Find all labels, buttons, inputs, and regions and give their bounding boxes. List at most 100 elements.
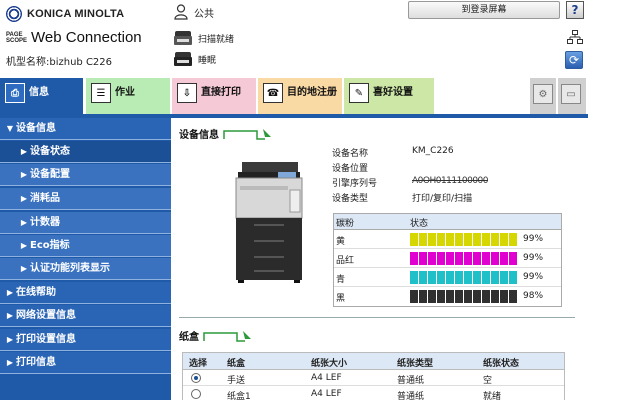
toner-level-segment	[491, 290, 499, 303]
toner-level-segment	[455, 233, 463, 246]
job-icon: ☰	[91, 83, 111, 103]
tray-select-radio[interactable]	[191, 373, 201, 383]
sidebar-item-device-info[interactable]: ▼ 设备信息	[0, 118, 171, 140]
toner-level-segment	[482, 290, 490, 303]
toner-level-segment	[410, 233, 418, 246]
toner-level-segment	[500, 252, 508, 265]
toner-level-segment	[428, 271, 436, 284]
toner-percent: 98%	[523, 291, 544, 301]
refresh-button[interactable]: ⟳	[565, 51, 583, 69]
toner-percent: 99%	[523, 253, 544, 263]
sidebar-item-consumables[interactable]: ▶ 消耗品	[0, 188, 171, 210]
toner-row: 黄 99%	[334, 230, 561, 249]
main-tabs: ⎙ 信息 ☰ 作业 ⇩ 直接打印 ☎ 目的地注册 ✎ 喜好设置 ⚙ ▭	[0, 78, 626, 114]
toner-level-segment	[482, 252, 490, 265]
toner-level-segment	[464, 252, 472, 265]
sidebar-item-eco-indicator[interactable]: ▶ Eco指标	[0, 235, 171, 257]
tray-select-radio[interactable]	[191, 389, 201, 399]
toner-level-segment	[428, 290, 436, 303]
toner-level-segment	[509, 271, 517, 284]
toner-color-name: 黑	[336, 294, 346, 304]
sidebar-item-device-config[interactable]: ▶ 设备配置	[0, 164, 171, 186]
toner-level-segment	[491, 233, 499, 246]
direct-print-icon: ⇩	[177, 83, 197, 103]
toner-level-bar	[410, 233, 517, 246]
section-arrow-icon	[223, 128, 273, 140]
toner-percent: 99%	[523, 234, 544, 244]
sidebar-item-device-status[interactable]: ▶ 设备状态	[0, 141, 171, 163]
toner-level-segment	[455, 252, 463, 265]
toner-level-segment	[410, 252, 418, 265]
toner-level-segment	[419, 290, 427, 303]
sidebar-item-auth-functions[interactable]: ▶ 认证功能列表显示	[0, 258, 171, 280]
toner-level-segment	[464, 290, 472, 303]
toner-level-segment	[500, 290, 508, 303]
toner-level-segment	[446, 252, 454, 265]
toner-level-segment	[464, 271, 472, 284]
tab-custom-display[interactable]: ▭	[558, 78, 586, 114]
tab-information[interactable]: ⎙ 信息	[0, 78, 83, 114]
login-screen-button[interactable]: 到登录屏幕	[408, 1, 560, 19]
toner-level-segment	[491, 252, 499, 265]
toner-color-name: 品红	[336, 256, 355, 266]
user-name: 公共	[194, 8, 214, 20]
app-header: PAGE SCOPE Web Connection	[6, 29, 142, 46]
toner-level-segment	[428, 252, 436, 265]
paper-tray-heading: 纸盒	[179, 328, 253, 343]
scan-status-text: 扫描就绪	[198, 34, 235, 45]
toner-level-segment	[500, 233, 508, 246]
toner-level-bar	[410, 252, 517, 265]
favorites-icon: ✎	[349, 83, 369, 103]
table-row: 纸盒1 A4 LEF 普通纸 就绪	[183, 386, 564, 400]
tab-destination-registration[interactable]: ☎ 目的地注册	[258, 78, 342, 114]
print-status: 睡眠	[174, 52, 216, 66]
maintenance-icon: ⚙	[533, 84, 553, 104]
toner-row: 黑 98%	[334, 287, 561, 306]
toner-level-segment	[410, 271, 418, 284]
toner-row: 青 99%	[334, 268, 561, 287]
printer-status-icon	[174, 52, 192, 66]
toner-level-segment	[473, 252, 481, 265]
toner-level-segment	[455, 290, 463, 303]
tab-favorite-settings[interactable]: ✎ 喜好设置	[344, 78, 434, 114]
sidebar-item-online-help[interactable]: ▶ 在线帮助	[0, 282, 171, 304]
sidebar-item-network-settings[interactable]: ▶ 网络设置信息	[0, 305, 171, 327]
table-row: 手送 A4 LEF 普通纸 空	[183, 370, 564, 386]
tab-maintenance[interactable]: ⚙	[530, 78, 556, 114]
user-icon	[174, 4, 188, 20]
toner-level-bar	[410, 290, 517, 303]
model-name: 机型名称:bizhub C226	[6, 57, 113, 68]
toner-level-segment	[437, 252, 445, 265]
sidebar-item-print-info[interactable]: ▶ 打印信息	[0, 352, 171, 374]
device-type-row: 设备类型 打印/复印/扫描	[332, 194, 473, 204]
toner-color-name: 黄	[336, 237, 346, 247]
refresh-icon: ⟳	[568, 53, 580, 67]
konica-minolta-logo-icon	[6, 6, 22, 22]
toner-level-segment	[482, 271, 490, 284]
brand-logo: KONICA MINOLTA	[6, 6, 124, 22]
toner-level-segment	[509, 252, 517, 265]
toner-level-segment	[509, 290, 517, 303]
sidebar-item-counter[interactable]: ▶ 计数器	[0, 212, 171, 234]
toner-level-segment	[455, 271, 463, 284]
device-name-row: 设备名称 KM_C226	[332, 146, 454, 159]
toner-level-segment	[419, 252, 427, 265]
scan-status: 扫描就绪	[174, 31, 234, 45]
user-info: 公共	[174, 4, 214, 20]
toner-level-segment	[473, 271, 481, 284]
toner-level-segment	[437, 233, 445, 246]
paper-tray-header: 选择 纸盒 纸张大小 纸张类型 纸张状态	[183, 353, 564, 370]
toner-level-segment	[437, 271, 445, 284]
tab-job[interactable]: ☰ 作业	[86, 78, 170, 114]
sidebar-item-print-settings[interactable]: ▶ 打印设置信息	[0, 329, 171, 351]
destination-icon: ☎	[263, 83, 283, 103]
device-info-heading: 设备信息	[179, 126, 273, 141]
brand-name: KONICA MINOLTA	[27, 8, 125, 20]
help-button[interactable]: ?	[566, 1, 584, 19]
toner-level-segment	[500, 271, 508, 284]
tab-direct-print[interactable]: ⇩ 直接打印	[172, 78, 256, 114]
toner-level-segment	[491, 271, 499, 284]
toner-row: 品红 99%	[334, 249, 561, 268]
sitemap-icon[interactable]	[567, 30, 583, 44]
device-location-row: 设备位置	[332, 164, 369, 174]
